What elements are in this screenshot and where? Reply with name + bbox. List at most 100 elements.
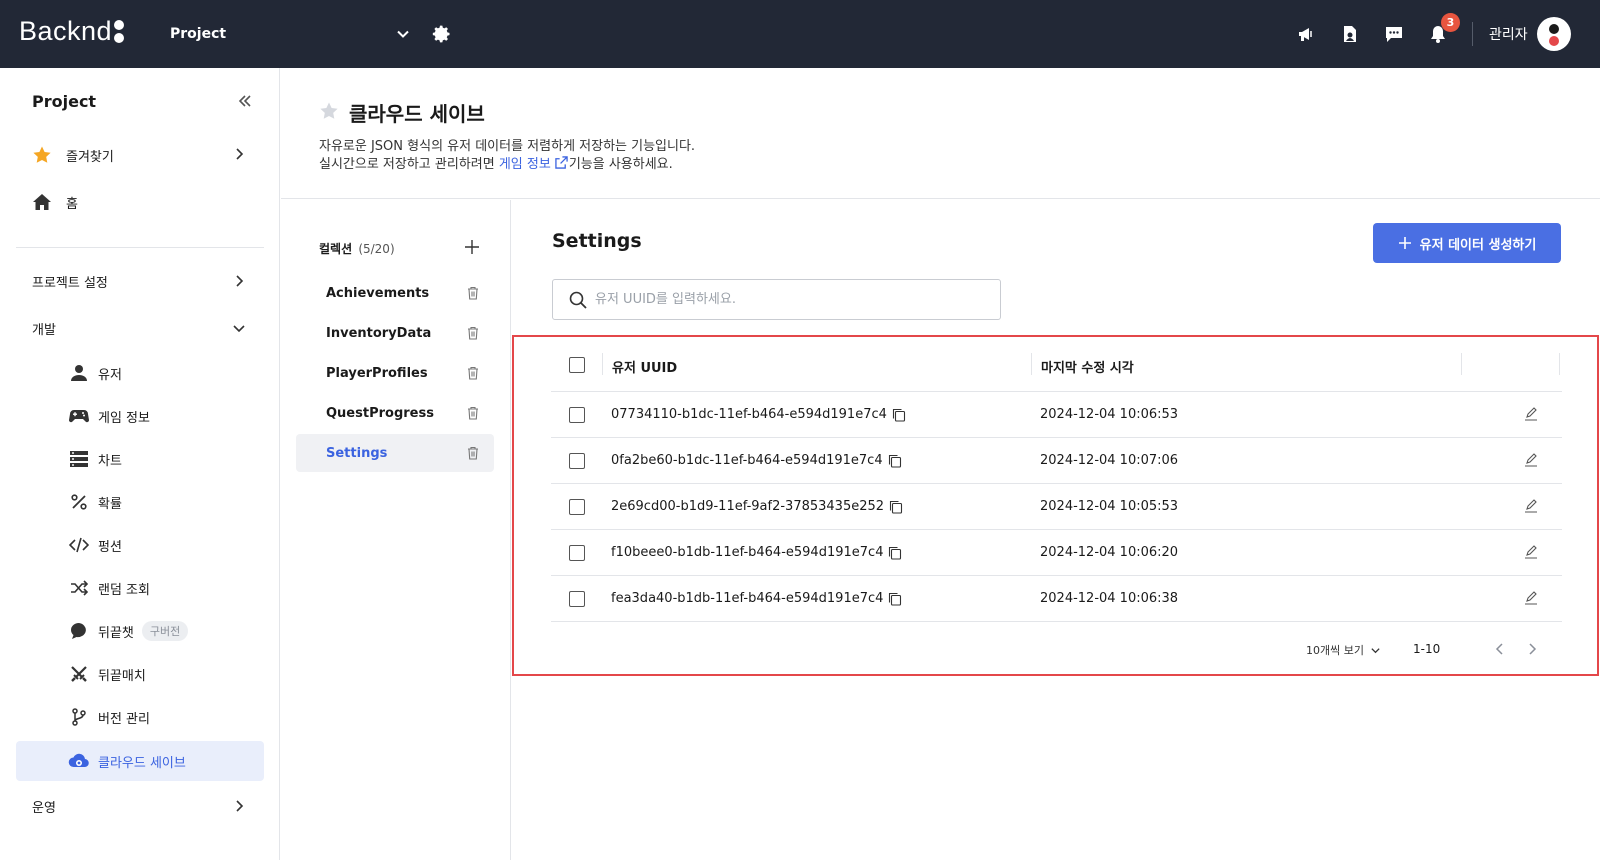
next-page-icon[interactable]	[1525, 642, 1539, 656]
favorite-star-icon[interactable]	[319, 101, 339, 121]
description-text: 실시간으로 저장하고 관리하려면	[319, 157, 499, 172]
chevron-right-icon	[236, 800, 244, 812]
sidebar-item-users[interactable]: 유저	[16, 353, 264, 393]
sidebar-section-label: 개발	[32, 322, 56, 338]
row-checkbox[interactable]	[569, 407, 585, 423]
copy-icon[interactable]	[888, 592, 902, 606]
backnd-logo[interactable]: Backnd	[19, 16, 125, 47]
description-line-2: 실시간으로 저장하고 관리하려면 게임 정보 기능을 사용하세요.	[319, 156, 695, 174]
gear-icon[interactable]	[432, 24, 452, 44]
sidebar-divider	[16, 247, 264, 248]
collection-panel: 컬렉션 (5/20) Achievements InventoryData Pl…	[281, 200, 511, 860]
sidebar-item-cloud-save[interactable]: 클라우드 세이브	[16, 741, 264, 781]
sidebar-section-operations[interactable]: 운영	[16, 786, 264, 826]
column-header-uuid[interactable]: 유저 UUID	[612, 357, 677, 376]
column-divider	[1031, 353, 1032, 375]
notification-badge: 3	[1441, 13, 1460, 32]
row-checkbox[interactable]	[569, 591, 585, 607]
sidebar-item-label: 프로젝트 설정	[32, 275, 108, 291]
edit-pencil-icon[interactable]	[1524, 499, 1538, 513]
row-checkbox[interactable]	[569, 499, 585, 515]
chevron-down-icon	[233, 325, 245, 333]
copy-icon[interactable]	[888, 454, 902, 468]
sidebar-item-project-settings[interactable]: 프로젝트 설정	[16, 261, 264, 301]
sidebar-item-label: 클라우드 세이브	[98, 755, 186, 771]
trash-icon[interactable]	[466, 446, 480, 460]
create-user-data-button[interactable]: 유저 데이터 생성하기	[1373, 223, 1561, 263]
trash-icon[interactable]	[466, 286, 480, 300]
uuid-cell: fea3da40-b1db-11ef-b464-e594d191e7c4	[611, 591, 902, 606]
megaphone-icon[interactable]	[1294, 22, 1318, 46]
trash-icon[interactable]	[466, 326, 480, 340]
uuid-cell: 07734110-b1dc-11ef-b464-e594d191e7c4	[611, 407, 906, 422]
trash-icon[interactable]	[466, 406, 480, 420]
table-row[interactable]: 2e69cd00-b1d9-11ef-9af2-37853435e252 202…	[551, 484, 1562, 530]
admin-label[interactable]: 관리자	[1489, 24, 1528, 44]
sidebar-item-backend-match[interactable]: 뒤끝매치	[16, 654, 264, 694]
page-range: 1-10	[1413, 642, 1441, 656]
sidebar-item-label: 차트	[98, 453, 122, 469]
table-row[interactable]: 0fa2be60-b1dc-11ef-b464-e594d191e7c4 202…	[551, 438, 1562, 484]
home-icon	[32, 192, 52, 212]
sidebar-section-dev[interactable]: 개발	[16, 308, 264, 348]
collection-item[interactable]: InventoryData	[296, 314, 494, 352]
collection-item[interactable]: QuestProgress	[296, 394, 494, 432]
collection-name: Settings	[326, 445, 388, 461]
sidebar-item-function[interactable]: 펑션	[16, 525, 264, 565]
uuid-text: 0fa2be60-b1dc-11ef-b464-e594d191e7c4	[611, 453, 883, 468]
top-icon-group: 3	[1294, 13, 1460, 46]
collection-item-active[interactable]: Settings	[296, 434, 494, 472]
select-all-checkbox[interactable]	[569, 357, 585, 373]
row-checkbox[interactable]	[569, 453, 585, 469]
bell-icon[interactable]: 3	[1426, 13, 1460, 46]
sidebar-item-chart[interactable]: 차트	[16, 439, 264, 479]
table-row[interactable]: fea3da40-b1db-11ef-b464-e594d191e7c4 202…	[551, 576, 1562, 622]
gamepad-icon	[68, 406, 90, 426]
copy-icon[interactable]	[888, 546, 902, 560]
sidebar-item-version-control[interactable]: 버전 관리	[16, 697, 264, 737]
top-bar: Backnd Project 3 관리자	[0, 0, 1600, 68]
document-person-icon[interactable]	[1338, 22, 1362, 46]
sidebar-item-probability[interactable]: 확률	[16, 482, 264, 522]
project-selector[interactable]: Project	[170, 22, 410, 46]
copy-icon[interactable]	[889, 500, 903, 514]
uuid-search-input[interactable]	[595, 292, 975, 307]
sidebar-item-backend-chat[interactable]: 뒤끝챗 구버전	[16, 611, 264, 651]
edit-pencil-icon[interactable]	[1524, 407, 1538, 421]
copy-icon[interactable]	[892, 408, 906, 422]
trash-icon[interactable]	[466, 366, 480, 380]
external-link-icon[interactable]	[555, 156, 568, 169]
create-button-label: 유저 데이터 생성하기	[1419, 237, 1537, 253]
sidebar-item-label: 유저	[98, 367, 122, 383]
add-collection-icon[interactable]	[464, 239, 480, 255]
sidebar-item-random-query[interactable]: 랜덤 조회	[16, 568, 264, 608]
sidebar-item-home[interactable]: 홈	[16, 182, 264, 222]
collection-item[interactable]: Achievements	[296, 274, 494, 312]
branch-icon	[68, 707, 90, 727]
chat-icon[interactable]	[1382, 22, 1406, 46]
game-info-link[interactable]: 게임 정보	[499, 157, 551, 172]
logo-dots-icon	[114, 20, 125, 43]
previous-page-icon[interactable]	[1493, 642, 1507, 656]
collection-item[interactable]: PlayerProfiles	[296, 354, 494, 392]
page-size-select[interactable]: 10개씩 보기	[1306, 642, 1381, 658]
modified-time: 2024-12-04 10:07:06	[1040, 453, 1179, 468]
user-icon	[68, 363, 90, 383]
collection-header: 컬렉션 (5/20)	[319, 240, 395, 257]
edit-pencil-icon[interactable]	[1524, 545, 1538, 559]
edit-pencil-icon[interactable]	[1524, 591, 1538, 605]
uuid-search-box[interactable]	[552, 279, 1001, 320]
sidebar-item-favorites[interactable]: 즐겨찾기	[16, 135, 264, 175]
collapse-sidebar-icon[interactable]	[236, 92, 254, 110]
page-size-label: 10개씩 보기	[1306, 644, 1364, 657]
table-row[interactable]: f10beee0-b1db-11ef-b464-e594d191e7c4 202…	[551, 530, 1562, 576]
row-checkbox[interactable]	[569, 545, 585, 561]
avatar[interactable]	[1537, 17, 1571, 51]
edit-pencil-icon[interactable]	[1524, 453, 1538, 467]
modified-time: 2024-12-04 10:05:53	[1040, 499, 1179, 514]
sidebar-item-label: 확률	[98, 496, 122, 512]
cloud-icon	[68, 751, 90, 771]
column-header-modified[interactable]: 마지막 수정 시각	[1041, 357, 1134, 376]
sidebar-item-game-info[interactable]: 게임 정보	[16, 396, 264, 436]
table-row[interactable]: 07734110-b1dc-11ef-b464-e594d191e7c4 202…	[551, 392, 1562, 438]
